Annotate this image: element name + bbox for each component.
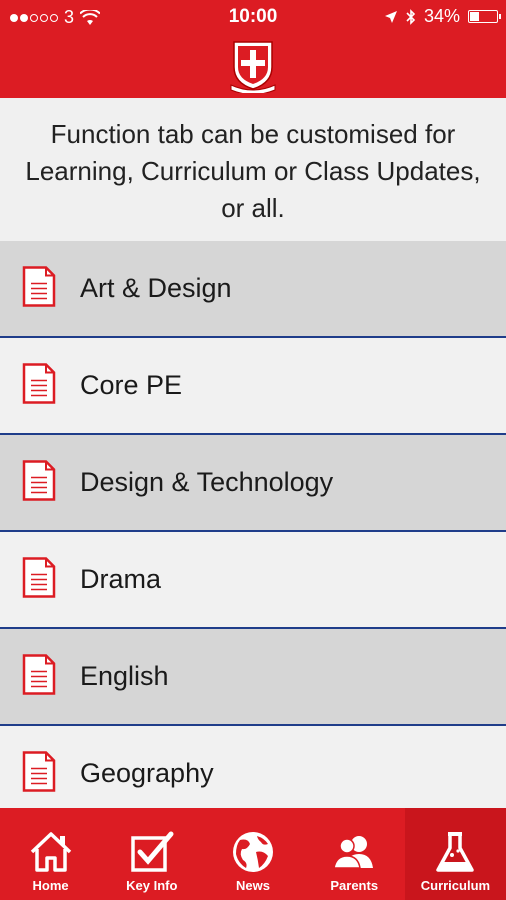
tab-home[interactable]: Home: [0, 808, 101, 900]
tab-label: Home: [32, 878, 69, 893]
tab-curriculum[interactable]: Curriculum: [404, 808, 506, 900]
status-bar: 3 10:00 34%: [0, 0, 506, 34]
list-item-label: Design & Technology: [80, 467, 334, 497]
subject-list: Art & Design Core PE Design & Technology…: [0, 241, 506, 808]
tab-key-info[interactable]: Key Info: [101, 808, 202, 900]
document-icon: [22, 362, 56, 409]
list-item[interactable]: English: [0, 629, 506, 726]
people-icon: [333, 836, 374, 869]
list-item[interactable]: Art & Design: [0, 241, 506, 338]
document-icon: [22, 556, 56, 603]
document-icon: [22, 750, 56, 797]
list-item-label: Core PE: [80, 370, 183, 400]
flask-icon: [436, 832, 475, 872]
list-item[interactable]: Design & Technology: [0, 435, 506, 532]
checkbox-icon: [131, 831, 174, 872]
battery-percent: 34%: [423, 6, 460, 26]
list-item[interactable]: Drama: [0, 532, 506, 629]
tab-news[interactable]: News: [202, 808, 303, 900]
app-header: [0, 34, 506, 98]
list-item-label: English: [80, 661, 169, 691]
school-crest-icon: [230, 41, 276, 93]
list-item[interactable]: Core PE: [0, 338, 506, 435]
document-icon: [22, 653, 56, 700]
tab-label: Key Info: [126, 878, 178, 893]
document-icon: [22, 459, 56, 506]
list-item-label: Geography: [80, 758, 214, 788]
home-icon: [30, 832, 71, 872]
tab-bar: Home Key Info News Parents Curriculum: [0, 808, 506, 900]
info-message: Function tab can be customised for Learn…: [0, 98, 506, 241]
status-right: 34%: [384, 6, 501, 27]
battery-level: [470, 12, 479, 21]
tab-label: News: [236, 878, 270, 893]
tab-parents[interactable]: Parents: [304, 808, 405, 900]
list-item[interactable]: Geography: [0, 726, 506, 808]
location-arrow-icon: [384, 10, 397, 23]
battery-icon: [468, 10, 501, 23]
globe-icon: [233, 832, 273, 872]
list-item-label: Drama: [80, 564, 162, 594]
tab-label: Curriculum: [420, 878, 491, 893]
list-item-label: Art & Design: [80, 273, 232, 303]
document-icon: [22, 265, 56, 312]
bluetooth-icon: [406, 8, 416, 25]
tab-label: Parents: [330, 878, 379, 893]
